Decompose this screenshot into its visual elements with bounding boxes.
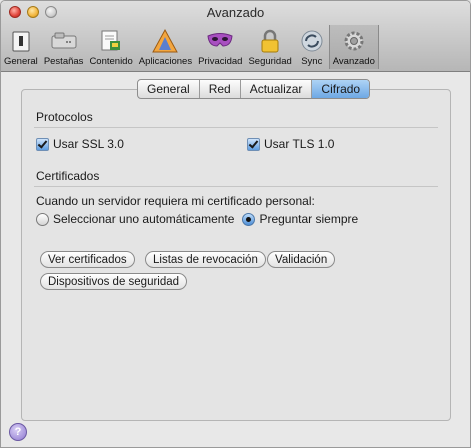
tab-update[interactable]: Actualizar	[241, 80, 313, 98]
toolbar-item-applications[interactable]: Aplicaciones	[136, 25, 195, 69]
toolbar-item-general[interactable]: General	[1, 25, 41, 69]
ssl-checkbox-label: Usar SSL 3.0	[53, 137, 124, 151]
radio-ask-label[interactable]: Preguntar siempre	[259, 212, 358, 226]
certificate-prompt: Cuando un servidor requiera mi certifica…	[36, 194, 315, 208]
title-bar: Avanzado General Pestañas Contenido Apli…	[1, 1, 470, 72]
toolbar-item-sync[interactable]: Sync	[295, 25, 329, 69]
preferences-toolbar: General Pestañas Contenido Aplicaciones …	[1, 23, 379, 69]
tab-encryption[interactable]: Cifrado	[312, 80, 370, 98]
help-button[interactable]: ?	[9, 423, 27, 441]
toolbar-item-security[interactable]: Seguridad	[245, 25, 294, 69]
window-title: Avanzado	[206, 5, 265, 20]
checkbox-checked-icon	[247, 137, 260, 151]
tabs-icon	[51, 32, 77, 49]
radio-auto-label[interactable]: Seleccionar uno automáticamente	[53, 212, 234, 226]
certificate-radio-group: Seleccionar uno automáticamente Pregunta…	[36, 212, 358, 226]
gear-icon	[344, 31, 364, 51]
subtab-bar: General Red Actualizar Cifrado	[137, 79, 371, 99]
view-certificates-button[interactable]: Ver certificados	[40, 251, 135, 268]
protocols-heading: Protocolos	[36, 110, 93, 124]
validation-button[interactable]: Validación	[267, 251, 336, 268]
ssl-checkbox[interactable]: Usar SSL 3.0	[36, 137, 124, 151]
revocation-lists-button[interactable]: Listas de revocación	[145, 251, 266, 268]
tls-checkbox[interactable]: Usar TLS 1.0	[247, 137, 334, 151]
preferences-content: General Red Actualizar Cifrado Protocolo…	[1, 72, 470, 447]
certificates-heading: Certificados	[36, 169, 100, 183]
toolbar-item-content[interactable]: Contenido	[86, 25, 135, 69]
toolbar-item-privacy[interactable]: Privacidad	[195, 25, 245, 69]
certificates-separator	[34, 186, 438, 187]
general-icon	[12, 31, 30, 52]
privacy-mask-icon	[207, 33, 233, 47]
tls-checkbox-label: Usar TLS 1.0	[264, 137, 335, 151]
applications-icon	[152, 28, 179, 53]
toolbar-item-tabs[interactable]: Pestañas	[41, 25, 87, 69]
sync-icon	[301, 30, 323, 52]
encryption-panel: Protocolos Usar SSL 3.0 Usar TLS 1.0 Cer…	[21, 89, 451, 421]
radio-ask[interactable]	[242, 212, 256, 226]
security-devices-button[interactable]: Dispositivos de seguridad	[40, 273, 188, 290]
toolbar-item-advanced[interactable]: Avanzado	[328, 25, 379, 69]
checkbox-checked-icon	[36, 137, 49, 151]
tab-network[interactable]: Red	[200, 80, 241, 98]
radio-auto[interactable]	[36, 212, 49, 226]
preferences-window: Avanzado General Pestañas Contenido Apli…	[0, 0, 471, 448]
tab-general[interactable]: General	[138, 80, 200, 98]
padlock-icon	[261, 29, 279, 53]
content-icon	[101, 30, 121, 51]
protocols-separator	[34, 127, 438, 128]
